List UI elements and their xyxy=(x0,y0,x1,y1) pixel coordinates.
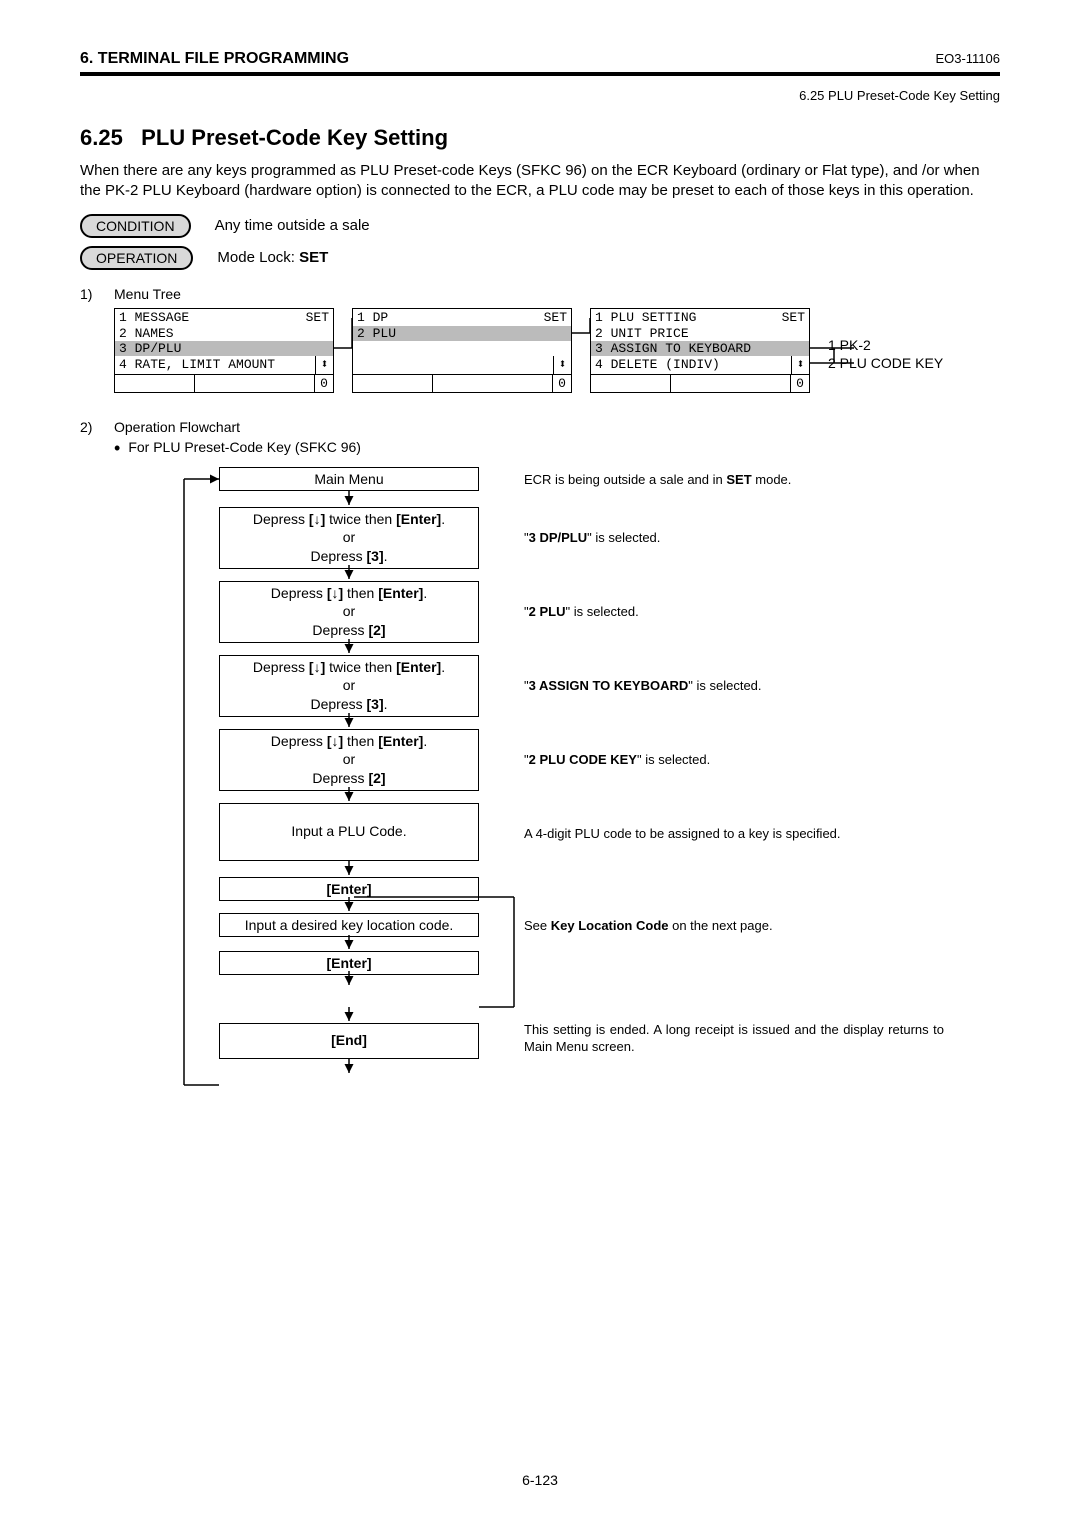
item-1-title: Menu Tree xyxy=(114,286,1000,302)
flow-box-input-loc: Input a desired key location code. xyxy=(219,913,479,938)
item-1: 1) Menu Tree 1 MESSAGE SET 2 NAMES 3 DP/… xyxy=(80,286,1000,393)
menu-tree: 1 MESSAGE SET 2 NAMES 3 DP/PLU 4 RATE, L… xyxy=(114,308,1000,393)
item-2: 2) Operation Flowchart • For PLU Preset-… xyxy=(80,419,1000,1107)
menu2-set: SET xyxy=(544,310,567,325)
page-header: 6. TERMINAL FILE PROGRAMMING EO3-11106 xyxy=(80,50,1000,76)
section-heading: 6.25 PLU Preset-Code Key Setting xyxy=(80,125,1000,151)
flowchart: Main Menu ECR is being outside a sale an… xyxy=(114,467,1000,1107)
flow-box-step-5: Depress [↓] then [Enter]. or Depress [2] xyxy=(219,729,479,792)
menu1-row4: 4 RATE, LIMIT AMOUNT xyxy=(119,357,275,372)
flow-box-enter-1: [Enter] xyxy=(219,877,479,902)
operation-pill: OPERATION xyxy=(80,246,193,270)
flow-box-step-4: Depress [↓] twice then [Enter]. or Depre… xyxy=(219,655,479,718)
bullet-icon: • xyxy=(114,439,120,457)
label-pk2: 1 PK-2 xyxy=(828,336,943,354)
label-plu-code-key: 2 PLU CODE KEY xyxy=(828,354,943,372)
flow-desc-5: "2 PLU CODE KEY" is selected. xyxy=(524,751,944,769)
menu1-set: SET xyxy=(306,310,329,325)
flow-box-enter-2: [Enter] xyxy=(219,951,479,976)
flow-box-main-menu: Main Menu xyxy=(219,467,479,492)
flow-desc-7: See Key Location Code on the next page. xyxy=(524,917,944,935)
menu1-zero: 0 xyxy=(315,375,333,392)
menu2-row2: 2 PLU xyxy=(353,326,571,341)
menu3-zero: 0 xyxy=(791,375,809,392)
menu3-row3: 3 ASSIGN TO KEYBOARD xyxy=(591,341,809,356)
menu3-row1: 1 PLU SETTING xyxy=(595,310,696,325)
operation-bold: SET xyxy=(299,249,328,266)
menu3-row2: 2 UNIT PRICE xyxy=(591,326,809,341)
operation-prefix: Mode Lock: xyxy=(217,249,299,266)
operation-row: OPERATION Mode Lock: SET xyxy=(80,246,1000,270)
operation-text: Mode Lock: SET xyxy=(217,249,328,266)
doc-id: EO3-11106 xyxy=(935,51,1000,66)
menu-box-1: 1 MESSAGE SET 2 NAMES 3 DP/PLU 4 RATE, L… xyxy=(114,308,334,393)
updown-icon: ⬍ xyxy=(791,356,809,374)
flow-desc-3: "2 PLU" is selected. xyxy=(524,603,944,621)
page-number: 6-123 xyxy=(0,1472,1080,1488)
updown-icon: ⬍ xyxy=(553,356,571,374)
menu2-row1: 1 DP xyxy=(357,310,388,325)
flow-box-end: [End] xyxy=(219,1023,479,1059)
flow-box-step-3: Depress [↓] then [Enter]. or Depress [2] xyxy=(219,581,479,644)
section-title: PLU Preset-Code Key Setting xyxy=(141,125,448,150)
flow-desc-4: "3 ASSIGN TO KEYBOARD" is selected. xyxy=(524,677,944,695)
item-2-bullet: • For PLU Preset-Code Key (SFKC 96) xyxy=(114,439,1000,457)
flow-box-step-2: Depress [↓] twice then [Enter]. or Depre… xyxy=(219,507,479,570)
menu3-set: SET xyxy=(782,310,805,325)
section-number: 6.25 xyxy=(80,125,123,150)
flow-box-input-plu: Input a PLU Code. xyxy=(219,803,479,861)
section-intro: When there are any keys programmed as PL… xyxy=(80,161,1000,202)
flow-desc-8: This setting is ended. A long receipt is… xyxy=(524,1021,944,1056)
condition-pill: CONDITION xyxy=(80,214,191,238)
menu2-zero: 0 xyxy=(553,375,571,392)
item-1-num: 1) xyxy=(80,286,102,393)
item-2-title: Operation Flowchart xyxy=(114,419,1000,435)
menu-subtree-labels: 1 PK-2 2 PLU CODE KEY xyxy=(828,308,943,372)
flow-desc-1: ECR is being outside a sale and in SET m… xyxy=(524,471,944,489)
menu1-row1: 1 MESSAGE xyxy=(119,310,189,325)
condition-row: CONDITION Any time outside a sale xyxy=(80,214,1000,238)
chapter-title: 6. TERMINAL FILE PROGRAMMING xyxy=(80,50,349,68)
menu-box-3: 1 PLU SETTING SET 2 UNIT PRICE 3 ASSIGN … xyxy=(590,308,810,393)
flow-desc-2: "3 DP/PLU" is selected. xyxy=(524,529,944,547)
flow-b1-text: Main Menu xyxy=(314,471,383,487)
updown-icon: ⬍ xyxy=(315,356,333,374)
item-2-bullet-text: For PLU Preset-Code Key (SFKC 96) xyxy=(128,439,361,455)
menu1-row3: 3 DP/PLU xyxy=(115,341,333,356)
condition-text: Any time outside a sale xyxy=(215,217,370,234)
menu3-row4: 4 DELETE (INDIV) xyxy=(595,357,720,372)
menu1-row2: 2 NAMES xyxy=(115,326,333,341)
menu-box-2: 1 DP SET 2 PLU ⬍ 0 xyxy=(352,308,572,393)
flow-desc-6: A 4-digit PLU code to be assigned to a k… xyxy=(524,825,944,843)
item-2-num: 2) xyxy=(80,419,102,1107)
sub-header: 6.25 PLU Preset-Code Key Setting xyxy=(80,88,1000,103)
